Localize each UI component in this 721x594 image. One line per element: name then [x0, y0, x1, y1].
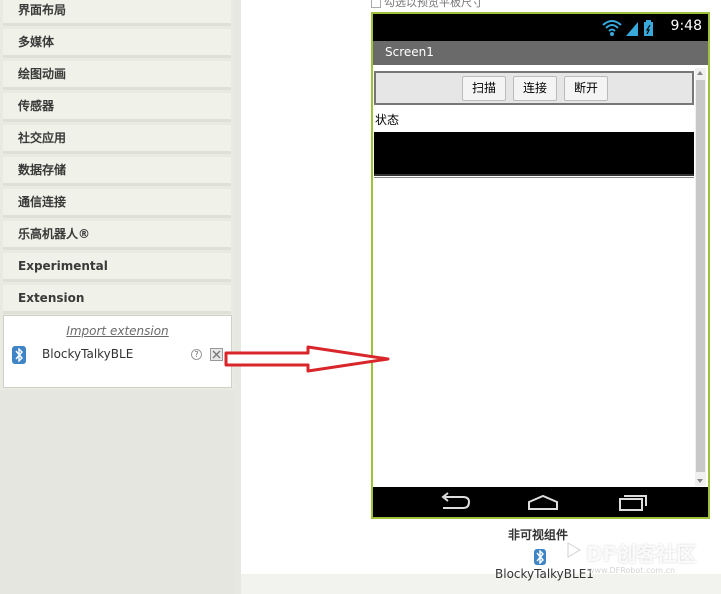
- black-component-box[interactable]: [374, 132, 694, 176]
- watermark-logo-icon: [567, 542, 581, 558]
- phone-scrollbar[interactable]: [695, 68, 706, 486]
- import-extension-link[interactable]: Import extension: [4, 324, 231, 338]
- phone-preview: 9:48 Screen1 扫描 连接 断开 状态: [371, 12, 710, 519]
- status-label[interactable]: 状态: [375, 111, 399, 128]
- palette-category-storage[interactable]: 数据存储: [3, 157, 231, 186]
- phone-nav-bar: [373, 487, 708, 517]
- checkbox-box[interactable]: [371, 0, 381, 8]
- palette-category-media[interactable]: 多媒体: [3, 29, 231, 58]
- signal-icon: [626, 22, 638, 36]
- watermark-text: DF创客社区: [586, 542, 697, 566]
- recents-icon: [619, 495, 647, 511]
- extension-item-name[interactable]: BlockyTalkyBLE: [42, 347, 133, 361]
- wifi-icon: [602, 20, 622, 36]
- tablet-preview-label: 勾选以预览平板尺寸: [384, 0, 483, 9]
- button-arrangement[interactable]: 扫描 连接 断开: [374, 71, 694, 105]
- watermark-url: www.DFRobot.com.cn: [588, 566, 676, 575]
- status-icons: [602, 19, 658, 40]
- palette-empty-area: [0, 390, 234, 594]
- battery-icon: [644, 20, 653, 36]
- scroll-thumb[interactable]: [696, 80, 705, 472]
- red-arrow-annotation: [224, 345, 390, 373]
- scan-button[interactable]: 扫描: [462, 76, 507, 101]
- phone-title-bar: Screen1: [373, 41, 708, 65]
- palette-category-extension[interactable]: Extension: [3, 285, 231, 314]
- scroll-down-arrow-icon[interactable]: [697, 479, 703, 483]
- tablet-preview-checkbox[interactable]: 勾选以预览平板尺寸: [371, 0, 483, 10]
- palette-category-layout[interactable]: 界面布局: [3, 0, 231, 26]
- back-icon: [441, 492, 471, 509]
- palette-category-social[interactable]: 社交应用: [3, 125, 231, 154]
- disconnect-button[interactable]: 断开: [564, 76, 609, 101]
- palette-category-lego[interactable]: 乐高机器人®: [3, 221, 231, 250]
- palette-category-connectivity[interactable]: 通信连接: [3, 189, 231, 218]
- palette-category-experimental[interactable]: Experimental: [3, 253, 231, 282]
- home-icon: [528, 494, 558, 510]
- close-box-icon[interactable]: [210, 348, 223, 361]
- bluetooth-icon: [12, 346, 26, 364]
- bluetooth-icon[interactable]: [534, 549, 546, 565]
- phone-status-bar: 9:48: [373, 14, 708, 41]
- status-clock: 9:48: [670, 18, 702, 34]
- palette-category-drawing-animation[interactable]: 绘图动画: [3, 61, 231, 90]
- scroll-up-arrow-icon[interactable]: [697, 71, 703, 75]
- question-icon[interactable]: ?: [191, 349, 202, 360]
- palette-panel: 界面布局 多媒体 绘图动画 传感器 社交应用 数据存储 通信连接 乐高机器人® …: [0, 0, 234, 594]
- connect-button[interactable]: 连接: [513, 76, 558, 101]
- divider: [374, 177, 694, 178]
- watermark: DF创客社区 www.DFRobot.com.cn: [566, 538, 721, 578]
- palette-category-sensors[interactable]: 传感器: [3, 93, 231, 122]
- nonvisible-components-title: 非可视组件: [508, 528, 569, 542]
- screen-title: Screen1: [385, 45, 434, 59]
- extension-panel: Import extension BlockyTalkyBLE ?: [3, 315, 232, 388]
